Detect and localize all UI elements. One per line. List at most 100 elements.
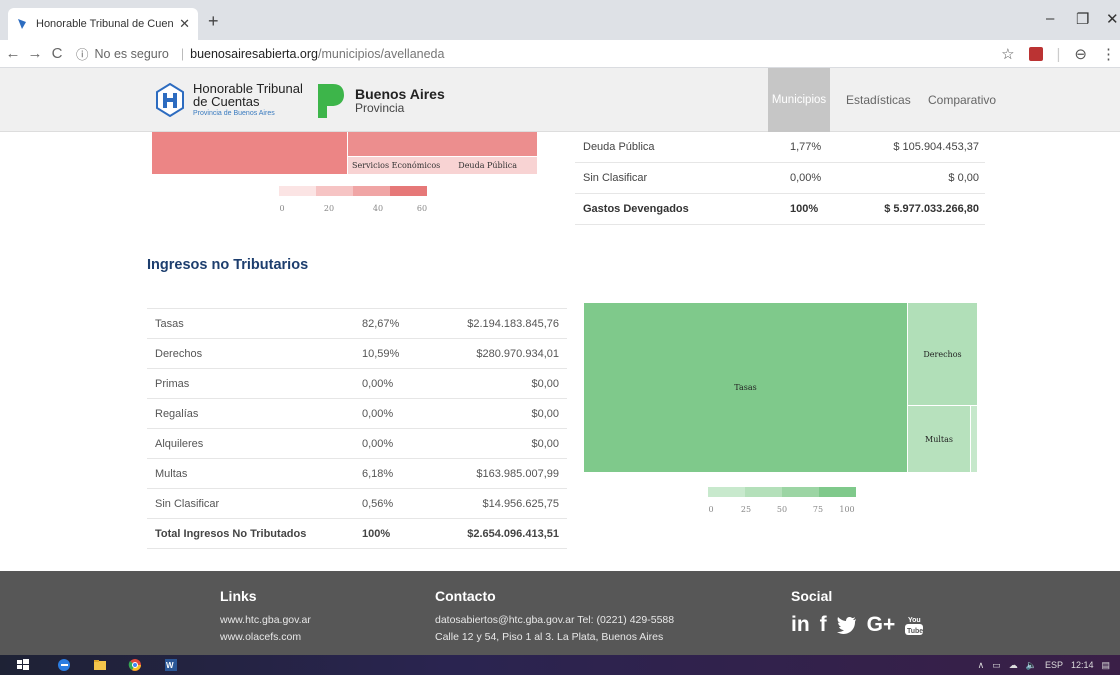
table-row: Sin Clasificar 0,00% $ 0,00 xyxy=(575,163,985,194)
footer-link-htc[interactable]: www.htc.gba.gov.ar xyxy=(220,614,311,626)
treemap-cell xyxy=(152,132,347,174)
legend-swatch xyxy=(745,487,782,497)
legend-tick: 100 xyxy=(839,505,855,514)
volume-icon[interactable]: 🔈 xyxy=(1026,660,1037,671)
table-total-row: Total Ingresos No Tributados 100% $2.654… xyxy=(147,519,567,549)
tab-close-icon[interactable]: ✕ xyxy=(179,16,190,32)
cell-amount: $ 5.977.033.266,80 xyxy=(884,203,979,215)
cell-name: Derechos xyxy=(155,348,203,360)
cell-amount: $0,00 xyxy=(531,408,559,420)
footer-link-olacefs[interactable]: www.olacefs.com xyxy=(220,631,301,643)
table-row: Primas 0,00% $0,00 xyxy=(147,369,567,399)
word-icon[interactable]: W xyxy=(164,658,178,672)
profile-icon[interactable]: ⊖ xyxy=(1074,45,1087,63)
table-row: Deuda Pública 1,77% $ 105.904.453,37 xyxy=(575,132,985,163)
cell-name: Multas xyxy=(155,468,188,480)
ba-title-line2: Provincia xyxy=(355,101,405,115)
legend-tick: 20 xyxy=(323,204,335,213)
treemap-label-servicios: Servicios Económicos xyxy=(352,161,441,170)
table-row: Sin Clasificar 0,56% $14.956.625,75 xyxy=(147,489,567,519)
ba-logo[interactable]: Buenos Aires Provincia xyxy=(315,82,445,120)
back-icon[interactable]: ← xyxy=(2,45,24,62)
table-total-row: Gastos Devengados 100% $ 5.977.033.266,8… xyxy=(575,194,985,225)
os-taskbar: W ∧ ▭ ☁ 🔈 ESP 12:14 ▤ xyxy=(0,655,1120,675)
treemap-label-derechos: Derechos xyxy=(923,349,962,359)
clock[interactable]: 12:14 xyxy=(1071,660,1094,670)
legend-tick: 40 xyxy=(372,204,384,213)
tray-chevron-icon[interactable]: ∧ xyxy=(978,660,985,671)
browser-toolbar: ← → C ⓘ No es seguro | buenosairesabiert… xyxy=(0,40,1120,68)
cell-pct: 0,00% xyxy=(362,378,394,390)
cell-pct: 0,00% xyxy=(790,172,822,184)
system-tray: ∧ ▭ ☁ 🔈 ESP 12:14 ▤ xyxy=(978,655,1120,675)
cell-pct: 10,59% xyxy=(362,348,400,360)
gastos-table: Deuda Pública 1,77% $ 105.904.453,37 Sin… xyxy=(575,132,985,225)
cell-name: Primas xyxy=(155,378,190,390)
table-row: Derechos 10,59% $280.970.934,01 xyxy=(147,339,567,369)
treemap-label-tasas: Tasas xyxy=(734,383,757,392)
treemap-cell-multas[interactable]: Multas xyxy=(908,406,970,472)
cell-name: Sin Clasificar xyxy=(155,498,220,510)
legend-swatch xyxy=(279,186,316,196)
url-separator: | xyxy=(180,46,185,61)
cell-amount: $14.956.625,75 xyxy=(482,498,559,510)
linkedin-icon[interactable]: in xyxy=(791,613,810,637)
insecure-label: No es seguro xyxy=(94,46,169,61)
legend-tick: 0 xyxy=(279,204,285,213)
minimize-icon[interactable]: – xyxy=(1046,10,1054,27)
edge-icon[interactable] xyxy=(57,658,71,672)
htc-logo-icon xyxy=(156,82,184,117)
close-window-icon[interactable]: ✕ xyxy=(1106,10,1119,28)
cloud-icon[interactable]: ☁ xyxy=(1009,660,1018,671)
twitter-icon[interactable] xyxy=(836,616,857,634)
windows-start-icon[interactable] xyxy=(16,658,30,672)
treemap-cell-derechos[interactable]: Derechos xyxy=(908,303,977,405)
nav-municipios[interactable]: Municipios xyxy=(768,68,830,132)
cell-amount: $2.654.096.413,51 xyxy=(467,528,559,540)
legend-swatch xyxy=(353,186,390,196)
browser-tab[interactable]: Honorable Tribunal de Cuentas c ✕ xyxy=(8,8,198,40)
footer-contact-title: Contacto xyxy=(435,588,496,604)
section-title: Ingresos no Tributarios xyxy=(147,257,309,273)
googleplus-icon[interactable]: G+ xyxy=(867,613,896,637)
legend-swatch xyxy=(708,487,745,497)
treemap-cell-sin-clasificar[interactable] xyxy=(971,406,977,472)
chrome-icon[interactable] xyxy=(128,658,142,672)
notifications-icon[interactable]: ▤ xyxy=(1101,660,1110,671)
forward-icon[interactable]: → xyxy=(24,45,46,62)
treemap-cell xyxy=(348,132,537,156)
cell-amount: $163.985.007,99 xyxy=(476,468,559,480)
legend-tick: 50 xyxy=(776,505,788,514)
url-host: buenosairesabierta.org xyxy=(190,46,318,61)
legend-swatch xyxy=(316,186,353,196)
cell-pct: 100% xyxy=(362,528,391,540)
ingresos-legend: 0 25 50 75 100 xyxy=(708,487,856,514)
reload-icon[interactable]: C xyxy=(46,45,68,62)
language-indicator[interactable]: ESP xyxy=(1045,660,1063,670)
legend-tick: 0 xyxy=(708,505,714,514)
svg-text:W: W xyxy=(166,661,174,670)
cell-name: Tasas xyxy=(155,318,184,330)
htc-logo[interactable]: Honorable Tribunal de Cuentas Provincia … xyxy=(155,82,303,117)
new-tab-button[interactable]: + xyxy=(208,12,219,30)
maximize-icon[interactable]: ❐ xyxy=(1076,10,1089,28)
treemap-cell-tasas[interactable]: Tasas xyxy=(584,303,907,472)
cell-amount: $0,00 xyxy=(531,378,559,390)
address-bar[interactable]: ⓘ No es seguro | buenosairesabierta.org … xyxy=(76,44,444,63)
youtube-icon[interactable]: You Tube xyxy=(905,614,924,636)
nav-comparativo[interactable]: Comparativo xyxy=(928,68,996,132)
legend-swatch xyxy=(819,487,856,497)
svg-text:Tube: Tube xyxy=(907,628,923,635)
table-row: Alquileres 0,00% $0,00 xyxy=(147,429,567,459)
info-icon[interactable]: ⓘ xyxy=(76,44,89,63)
bookmark-star-icon[interactable]: ☆ xyxy=(1001,45,1014,63)
cell-pct: 100% xyxy=(790,203,819,215)
pdf-extension-icon[interactable] xyxy=(1028,47,1043,61)
site-favicon-icon xyxy=(18,19,26,29)
legend-tick: 60 xyxy=(416,204,428,213)
menu-icon[interactable]: ⋮ xyxy=(1101,45,1116,63)
network-icon[interactable]: ▭ xyxy=(992,660,1001,671)
nav-estadisticas[interactable]: Estadísticas xyxy=(846,68,911,132)
file-explorer-icon[interactable] xyxy=(93,658,107,672)
facebook-icon[interactable]: f xyxy=(820,613,827,637)
